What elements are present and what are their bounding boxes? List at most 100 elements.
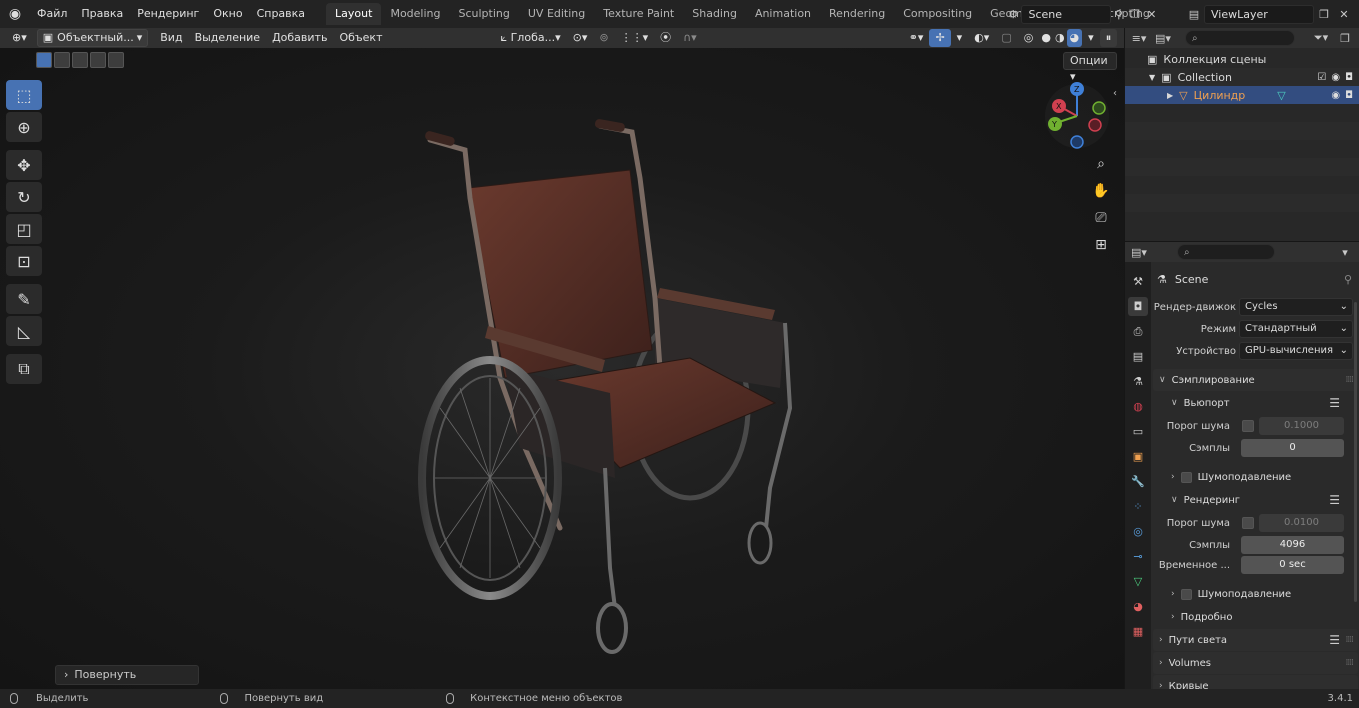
grid-perspective-icon[interactable]: ⊞ <box>1090 235 1112 255</box>
cursor-tool[interactable]: ⊕ <box>6 112 42 142</box>
editor-type-icon[interactable]: ⊕▾ <box>6 29 33 47</box>
axis-neg-y-icon[interactable] <box>1092 101 1106 115</box>
snap-target-icon[interactable]: ⋮⋮▾ <box>615 29 655 47</box>
device-select[interactable]: GPU-вычисления ⌄ <box>1239 342 1353 360</box>
navigation-gizmo[interactable]: Z X Y <box>1044 80 1110 152</box>
mesh-data-icon[interactable]: ▽ <box>1277 89 1285 102</box>
light-paths-panel-header[interactable]: › Пути света ☰ ⁞⁞⁞⁞ <box>1153 629 1358 651</box>
close-scene-icon[interactable]: ✕ <box>1143 4 1159 24</box>
time-limit-field[interactable]: 0 sec <box>1241 556 1344 574</box>
outliner-editor-icon[interactable]: ≡▾ <box>1129 28 1149 48</box>
noise-threshold-checkbox[interactable] <box>1242 420 1254 432</box>
close-view-layer-icon[interactable]: ✕ <box>1334 4 1354 24</box>
new-collection-icon[interactable]: ❐ <box>1335 28 1355 48</box>
menu-object[interactable]: Объект <box>333 29 388 47</box>
new-view-layer-icon[interactable]: ❐ <box>1314 4 1334 24</box>
camera-icon[interactable]: ⎚ <box>1090 208 1112 228</box>
outliner-search-input[interactable]: ⌕ <box>1185 30 1295 46</box>
view-layer-icon[interactable]: ▤ <box>1184 4 1204 24</box>
scene-name-field[interactable]: Scene <box>1021 4 1111 24</box>
disclosure-right-icon[interactable]: ▶ <box>1167 91 1173 100</box>
view-layer-tab-icon[interactable]: ▤ <box>1128 347 1148 366</box>
feature-set-select[interactable]: Стандартный ⌄ <box>1239 320 1353 338</box>
render-denoise-header[interactable]: › Шумоподавление <box>1153 583 1358 605</box>
tool-tab-icon[interactable]: ⚒ <box>1128 272 1148 291</box>
menu-edit[interactable]: Правка <box>74 0 130 28</box>
select-extend-icon[interactable] <box>54 52 70 68</box>
object-tab-icon[interactable]: ▣ <box>1128 447 1148 466</box>
menu-view[interactable]: Вид <box>154 29 188 47</box>
pivot-point-icon[interactable]: ⊙▾ <box>567 29 594 47</box>
drag-handle-icon[interactable]: ⁞⁞⁞⁞ <box>1346 635 1355 645</box>
add-cube-tool[interactable]: ⧉ <box>6 354 42 384</box>
tab-compositing[interactable]: Compositing <box>894 3 981 25</box>
presets-list-icon[interactable]: ☰ <box>1329 396 1340 410</box>
menu-add[interactable]: Добавить <box>266 29 333 47</box>
eye-icon[interactable]: ◉ <box>1331 90 1340 101</box>
material-tab-icon[interactable]: ◕ <box>1128 597 1148 616</box>
rotate-tool[interactable]: ↻ <box>6 182 42 212</box>
pause-render-icon[interactable]: ⏸ <box>1099 29 1118 47</box>
tab-modeling[interactable]: Modeling <box>381 3 449 25</box>
annotate-tool[interactable]: ✎ <box>6 284 42 314</box>
modifier-tab-icon[interactable]: 🔧 <box>1128 472 1148 491</box>
axis-neg-z-icon[interactable] <box>1070 135 1084 149</box>
data-tab-icon[interactable]: ▽ <box>1128 572 1148 591</box>
render-tab-icon[interactable]: ◘ <box>1128 297 1148 316</box>
select-box-tool[interactable]: ⬚ <box>6 80 42 110</box>
tree-row-scene-collection[interactable]: ▣ Коллекция сцены <box>1125 50 1359 68</box>
menu-window[interactable]: Окно <box>206 0 249 28</box>
eye-icon[interactable]: ◉ <box>1331 72 1340 83</box>
camera-render-icon[interactable]: ◘ <box>1345 72 1353 83</box>
gizmo-dropdown-icon[interactable]: ▾ <box>951 29 969 47</box>
world-tab-icon[interactable]: ◍ <box>1128 397 1148 416</box>
scene-icon[interactable]: ⚙ <box>1005 4 1021 24</box>
sidebar-toggle-icon[interactable]: ‹ <box>1113 88 1117 99</box>
drag-handle-icon[interactable]: ⁞⁞⁞⁞ <box>1346 658 1355 668</box>
presets-list-icon[interactable]: ☰ <box>1329 493 1340 507</box>
tree-row-cylinder[interactable]: ▶ ▽ Цилиндр ▽ ◉ ◘ <box>1125 86 1359 104</box>
drag-handle-icon[interactable]: ⁞⁞⁞⁞ <box>1346 375 1355 385</box>
viewport-denoise-header[interactable]: › Шумоподавление <box>1153 466 1358 488</box>
blender-logo-icon[interactable]: ◉ <box>0 0 30 28</box>
particles-tab-icon[interactable]: ⁘ <box>1128 497 1148 516</box>
properties-search-input[interactable]: ⌕ <box>1177 244 1275 260</box>
gizmo-toggle-icon[interactable]: ✢ <box>929 29 951 47</box>
pin-icon[interactable]: ⚲ <box>1111 4 1127 24</box>
properties-editor-icon[interactable]: ▤▾ <box>1129 242 1149 262</box>
tab-animation[interactable]: Animation <box>746 3 820 25</box>
object-mode-dropdown[interactable]: ▣ Объектный... ▾ <box>36 29 149 47</box>
physics-tab-icon[interactable]: ◎ <box>1128 522 1148 541</box>
viewport-noise-threshold-field[interactable]: 0.1000 <box>1259 417 1344 435</box>
constraints-tab-icon[interactable]: ⊸ <box>1128 547 1148 566</box>
tab-sculpting[interactable]: Sculpting <box>450 3 519 25</box>
render-subpanel-header[interactable]: ∨ Рендеринг ☰ <box>1153 489 1358 511</box>
scene-tab-icon[interactable]: ⚗ <box>1128 372 1148 391</box>
output-tab-icon[interactable]: ⎙ <box>1128 322 1148 341</box>
advanced-subpanel-header[interactable]: › Подробно <box>1153 606 1358 628</box>
overlay-icon[interactable]: ◐▾ <box>968 29 995 47</box>
filter-icon[interactable]: ⏷▾ <box>1311 28 1331 48</box>
transform-orientation-dropdown[interactable]: ⟀ Глоба...▾ <box>495 29 567 47</box>
tab-shading[interactable]: Shading <box>683 3 746 25</box>
tab-texture-paint[interactable]: Texture Paint <box>594 3 683 25</box>
view-layer-field[interactable]: ViewLayer <box>1204 4 1314 24</box>
select-invert-icon[interactable] <box>90 52 106 68</box>
denoise-checkbox[interactable] <box>1180 471 1192 483</box>
select-intersect-icon[interactable] <box>108 52 124 68</box>
pan-hand-icon[interactable]: ✋ <box>1090 181 1112 201</box>
shading-rendered-icon[interactable]: ◕ <box>1066 29 1083 47</box>
noise-threshold-checkbox[interactable] <box>1242 517 1254 529</box>
xray-icon[interactable]: ▢ <box>995 29 1017 47</box>
menu-file[interactable]: Файл <box>30 0 74 28</box>
display-mode-icon[interactable]: ▤▾ <box>1153 28 1173 48</box>
select-subtract-icon[interactable] <box>72 52 88 68</box>
axis-neg-x-icon[interactable] <box>1088 118 1102 132</box>
tree-row-collection[interactable]: ▼ ▣ Collection ☑ ◉ ◘ <box>1125 68 1359 86</box>
camera-render-icon[interactable]: ◘ <box>1345 90 1353 101</box>
viewport-samples-field[interactable]: 0 <box>1241 439 1344 457</box>
tab-rendering[interactable]: Rendering <box>820 3 894 25</box>
texture-tab-icon[interactable]: ▦ <box>1128 622 1148 641</box>
shading-wireframe-icon[interactable]: ◎ <box>1018 29 1040 47</box>
presets-list-icon[interactable]: ☰ <box>1329 633 1340 647</box>
